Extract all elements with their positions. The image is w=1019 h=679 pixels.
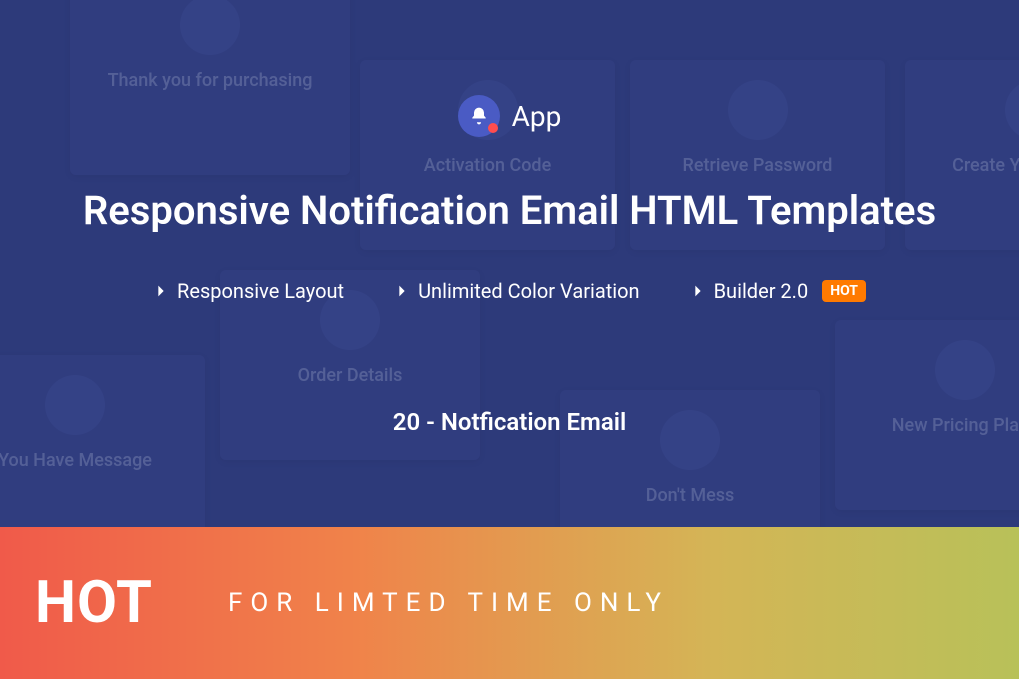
app-name: App [512, 100, 562, 133]
feature-label: Unlimited Color Variation [418, 279, 640, 303]
footer-banner: HOT FOR LIMTED TIME ONLY [0, 527, 1019, 679]
main-title: Responsive Notification Email HTML Templ… [83, 187, 936, 234]
limited-time-text: FOR LIMTED TIME ONLY [228, 588, 669, 618]
arrow-right-icon [394, 283, 410, 299]
hero-section: Thank you for purchasing Activation Code… [0, 0, 1019, 527]
feature-label: Responsive Layout [177, 279, 344, 303]
notification-dot-icon [488, 123, 498, 133]
bell-icon [458, 95, 500, 137]
bg-card-title: Don't Mess [560, 480, 820, 511]
feature-label: Builder 2.0 [714, 279, 809, 303]
hot-badge: HOT [822, 280, 866, 302]
hero-content: App Responsive Notification Email HTML T… [0, 0, 1019, 436]
feature-responsive: Responsive Layout [153, 279, 344, 303]
feature-builder: Builder 2.0 HOT [690, 279, 866, 303]
feature-color: Unlimited Color Variation [394, 279, 640, 303]
logo: App [458, 95, 562, 137]
subtitle: 20 - Notfication Email [393, 408, 627, 436]
arrow-right-icon [690, 283, 706, 299]
features-row: Responsive Layout Unlimited Color Variat… [153, 279, 866, 303]
bg-card-title: You Have Message [0, 445, 205, 476]
hot-label: HOT [35, 569, 153, 637]
arrow-right-icon [153, 283, 169, 299]
